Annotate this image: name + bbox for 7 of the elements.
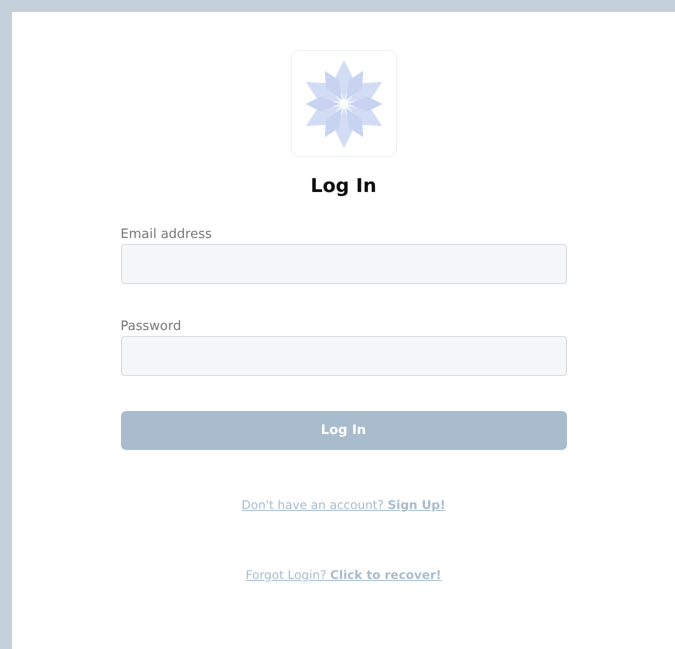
recover-link[interactable]: Forgot Login? Click to recover! xyxy=(246,568,442,582)
sign-up-link[interactable]: Don't have an account? Sign Up! xyxy=(242,498,446,512)
email-field[interactable] xyxy=(120,244,566,284)
page-title: Log In xyxy=(310,175,376,197)
password-field[interactable] xyxy=(120,336,566,376)
field-label: Email address xyxy=(120,227,213,242)
field-label: Password xyxy=(120,319,182,334)
